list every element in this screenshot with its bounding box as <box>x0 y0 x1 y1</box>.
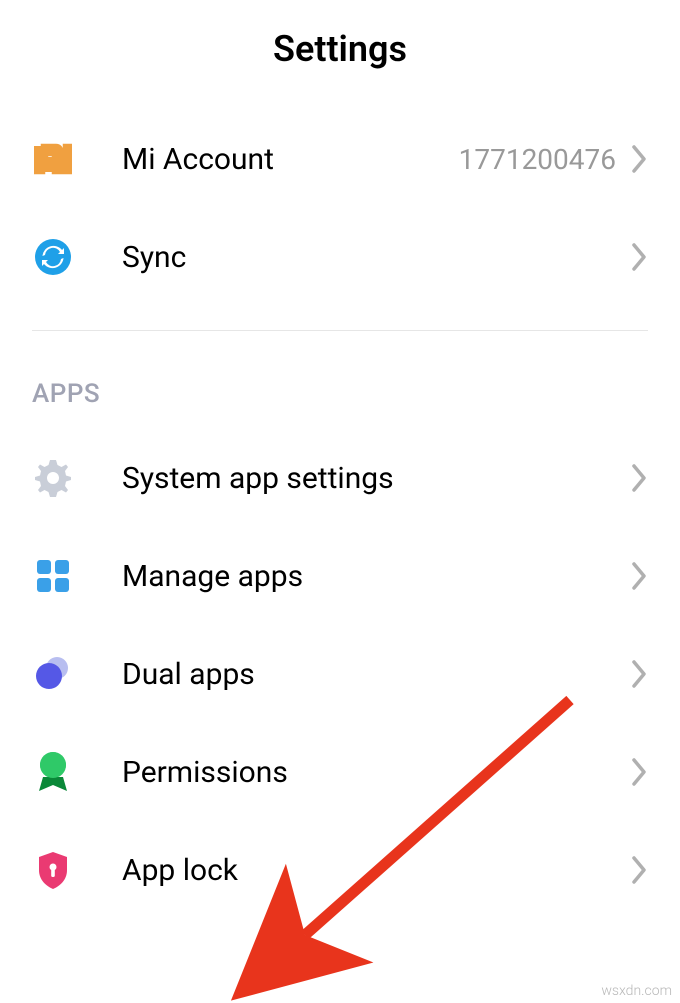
chevron-right-icon <box>632 660 648 688</box>
app-lock-item[interactable]: App lock <box>0 821 680 919</box>
apps-section-header: APPS <box>0 349 680 429</box>
mi-account-label: Mi Account <box>122 142 459 177</box>
page-title: Settings <box>0 28 680 70</box>
chevron-right-icon <box>632 145 648 173</box>
mi-logo-icon <box>32 138 74 180</box>
dual-apps-item[interactable]: Dual apps <box>0 625 680 723</box>
sync-icon <box>32 236 74 278</box>
mi-account-value: 1771200476 <box>459 143 616 176</box>
gear-icon <box>32 457 74 499</box>
watermark: wsxdn.com <box>601 983 672 999</box>
app-lock-label: App lock <box>122 853 632 888</box>
chevron-right-icon <box>632 758 648 786</box>
shield-lock-icon <box>32 849 74 891</box>
manage-apps-item[interactable]: Manage apps <box>0 527 680 625</box>
system-app-settings-item[interactable]: System app settings <box>0 429 680 527</box>
chevron-right-icon <box>632 562 648 590</box>
manage-apps-label: Manage apps <box>122 559 632 594</box>
dual-apps-label: Dual apps <box>122 657 632 692</box>
header: Settings <box>0 0 680 110</box>
chevron-right-icon <box>632 856 648 884</box>
apps-grid-icon <box>32 555 74 597</box>
section-divider <box>32 330 648 331</box>
dual-apps-icon <box>32 653 74 695</box>
chevron-right-icon <box>632 243 648 271</box>
mi-account-item[interactable]: Mi Account 1771200476 <box>0 110 680 208</box>
permissions-label: Permissions <box>122 755 632 790</box>
chevron-right-icon <box>632 464 648 492</box>
permissions-icon <box>32 751 74 793</box>
sync-label: Sync <box>122 240 632 275</box>
permissions-item[interactable]: Permissions <box>0 723 680 821</box>
sync-item[interactable]: Sync <box>0 208 680 306</box>
system-app-settings-label: System app settings <box>122 461 632 496</box>
